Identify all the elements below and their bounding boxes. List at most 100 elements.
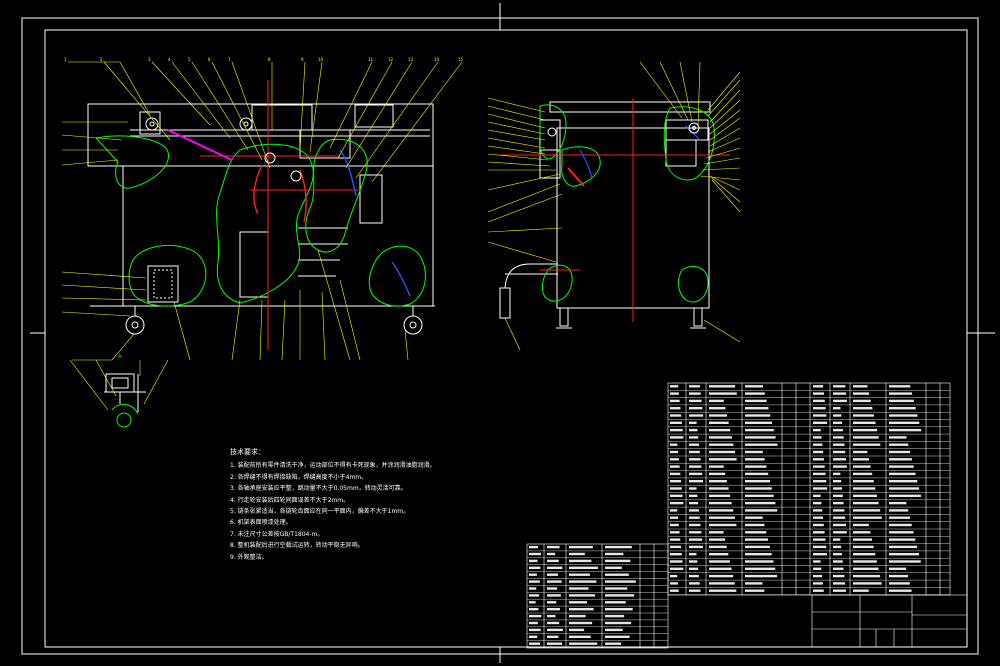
- table-cell-text: [813, 458, 824, 461]
- table-cell-text: [745, 494, 774, 497]
- table-cell-text: [813, 392, 824, 395]
- table-cell-text: [670, 538, 681, 541]
- note-line: 8. 整机装配后进行空载试运转，转动平稳无异响。: [230, 542, 364, 550]
- table-cell-text: [689, 385, 700, 388]
- table-cell-text: [833, 480, 842, 483]
- table-cell-text: [605, 573, 629, 576]
- table-cell-text: [745, 436, 776, 439]
- table-cell-text: [605, 587, 628, 590]
- table-cell-text: [833, 567, 844, 570]
- table-cell-text: [689, 509, 699, 512]
- table-cell-text: [569, 614, 586, 618]
- table-cell-text: [813, 545, 827, 549]
- table-cell-text: [709, 538, 726, 541]
- table-cell-text: [709, 465, 724, 468]
- table-cell-text: [745, 582, 763, 585]
- table-cell-text: [670, 385, 679, 388]
- table-cell-text: [547, 545, 560, 549]
- note-line: 1. 装配前所有零件清洗干净，运动部位不得有卡死现象，并涂润滑油脂润滑。: [230, 462, 436, 470]
- table-cell-text: [709, 450, 736, 454]
- table-cell-text: [745, 428, 774, 432]
- table-cell-text: [833, 516, 846, 519]
- table-cell-text: [745, 472, 769, 476]
- table-cell-text: [689, 494, 698, 497]
- table-cell-text: [813, 414, 827, 417]
- table-cell-text: [605, 552, 624, 556]
- table-cell-text: [889, 523, 912, 527]
- table-cell-text: [745, 414, 771, 417]
- table-cell-text: [889, 487, 920, 490]
- table-cell-text: [889, 567, 907, 570]
- table-cell-text: [605, 608, 633, 611]
- table-cell-text: [529, 559, 538, 563]
- table-cell-text: [605, 642, 622, 645]
- table-cell-text: [569, 642, 598, 645]
- svg-text:11: 11: [368, 57, 374, 62]
- table-cell-text: [547, 642, 563, 645]
- table-cell-text: [833, 450, 846, 454]
- table-cell-text: [670, 560, 683, 563]
- table-cell-text: [745, 443, 778, 446]
- table-cell-text: [833, 494, 843, 497]
- svg-text:A: A: [118, 354, 122, 360]
- table-cell-text: [529, 587, 537, 590]
- table-cell-text: [529, 545, 539, 549]
- table-cell-text: [709, 589, 737, 592]
- note-line: 2. 各焊缝不得有焊接缺陷，焊缝高度不小于4mm。: [230, 473, 368, 481]
- table-cell-text: [569, 573, 590, 576]
- table-cell-text: [709, 443, 734, 446]
- table-cell-text: [529, 573, 537, 576]
- table-cell-text: [853, 494, 877, 497]
- table-cell-text: [745, 480, 771, 483]
- table-cell-text: [813, 531, 825, 534]
- table-cell-text: [813, 589, 824, 592]
- table-cell-text: [813, 407, 826, 410]
- table-cell-text: [853, 531, 871, 534]
- table-cell-text: [547, 559, 559, 563]
- table-cell-text: [889, 553, 919, 556]
- table-cell-text: [833, 501, 844, 505]
- table-cell-text: [547, 594, 561, 597]
- table-cell-text: [833, 421, 843, 424]
- table-cell-text: [689, 487, 697, 490]
- table-cell-text: [813, 421, 828, 424]
- table-cell-text: [605, 635, 630, 638]
- table-cell-text: [745, 531, 767, 534]
- table-cell-text: [889, 399, 914, 403]
- cad-drawing-sheet: 123 456 789 10 11 12 13 14 15 A: [0, 0, 1000, 666]
- table-cell-text: [813, 385, 824, 388]
- table-cell-text: [853, 523, 869, 527]
- table-cell-text: [670, 392, 679, 395]
- table-cell-text: [569, 628, 585, 632]
- table-cell-text: [605, 628, 623, 632]
- table-cell-text: [569, 545, 593, 549]
- table-cell-text: [833, 582, 846, 585]
- table-cell-text: [889, 428, 922, 432]
- table-cell-text: [745, 545, 770, 549]
- table-cell-text: [670, 582, 678, 585]
- table-cell-text: [670, 399, 680, 403]
- table-cell-text: [853, 392, 870, 395]
- table-cell-text: [709, 385, 736, 388]
- table-cell-text: [569, 587, 589, 590]
- table-cell-text: [689, 574, 699, 578]
- table-cell-text: [853, 450, 868, 454]
- table-cell-text: [605, 559, 631, 563]
- table-cell-text: [853, 414, 874, 417]
- table-cell-text: [670, 501, 684, 505]
- table-cell-text: [833, 443, 845, 446]
- table-cell-text: [670, 545, 682, 549]
- table-cell-text: [745, 407, 769, 410]
- table-cell-text: [709, 582, 735, 585]
- table-cell-text: [889, 560, 921, 563]
- table-cell-text: [709, 560, 730, 563]
- table-cell-text: [670, 436, 684, 439]
- table-cell-text: [547, 614, 556, 618]
- table-cell-text: [670, 567, 684, 570]
- table-cell-text: [670, 414, 682, 417]
- table-cell-text: [709, 487, 729, 490]
- table-cell-text: [813, 472, 826, 476]
- table-cell-text: [889, 494, 921, 497]
- table-cell-text: [529, 642, 541, 645]
- note-line: 4. 行走轮安装后四轮同面误差不大于2mm。: [230, 496, 350, 504]
